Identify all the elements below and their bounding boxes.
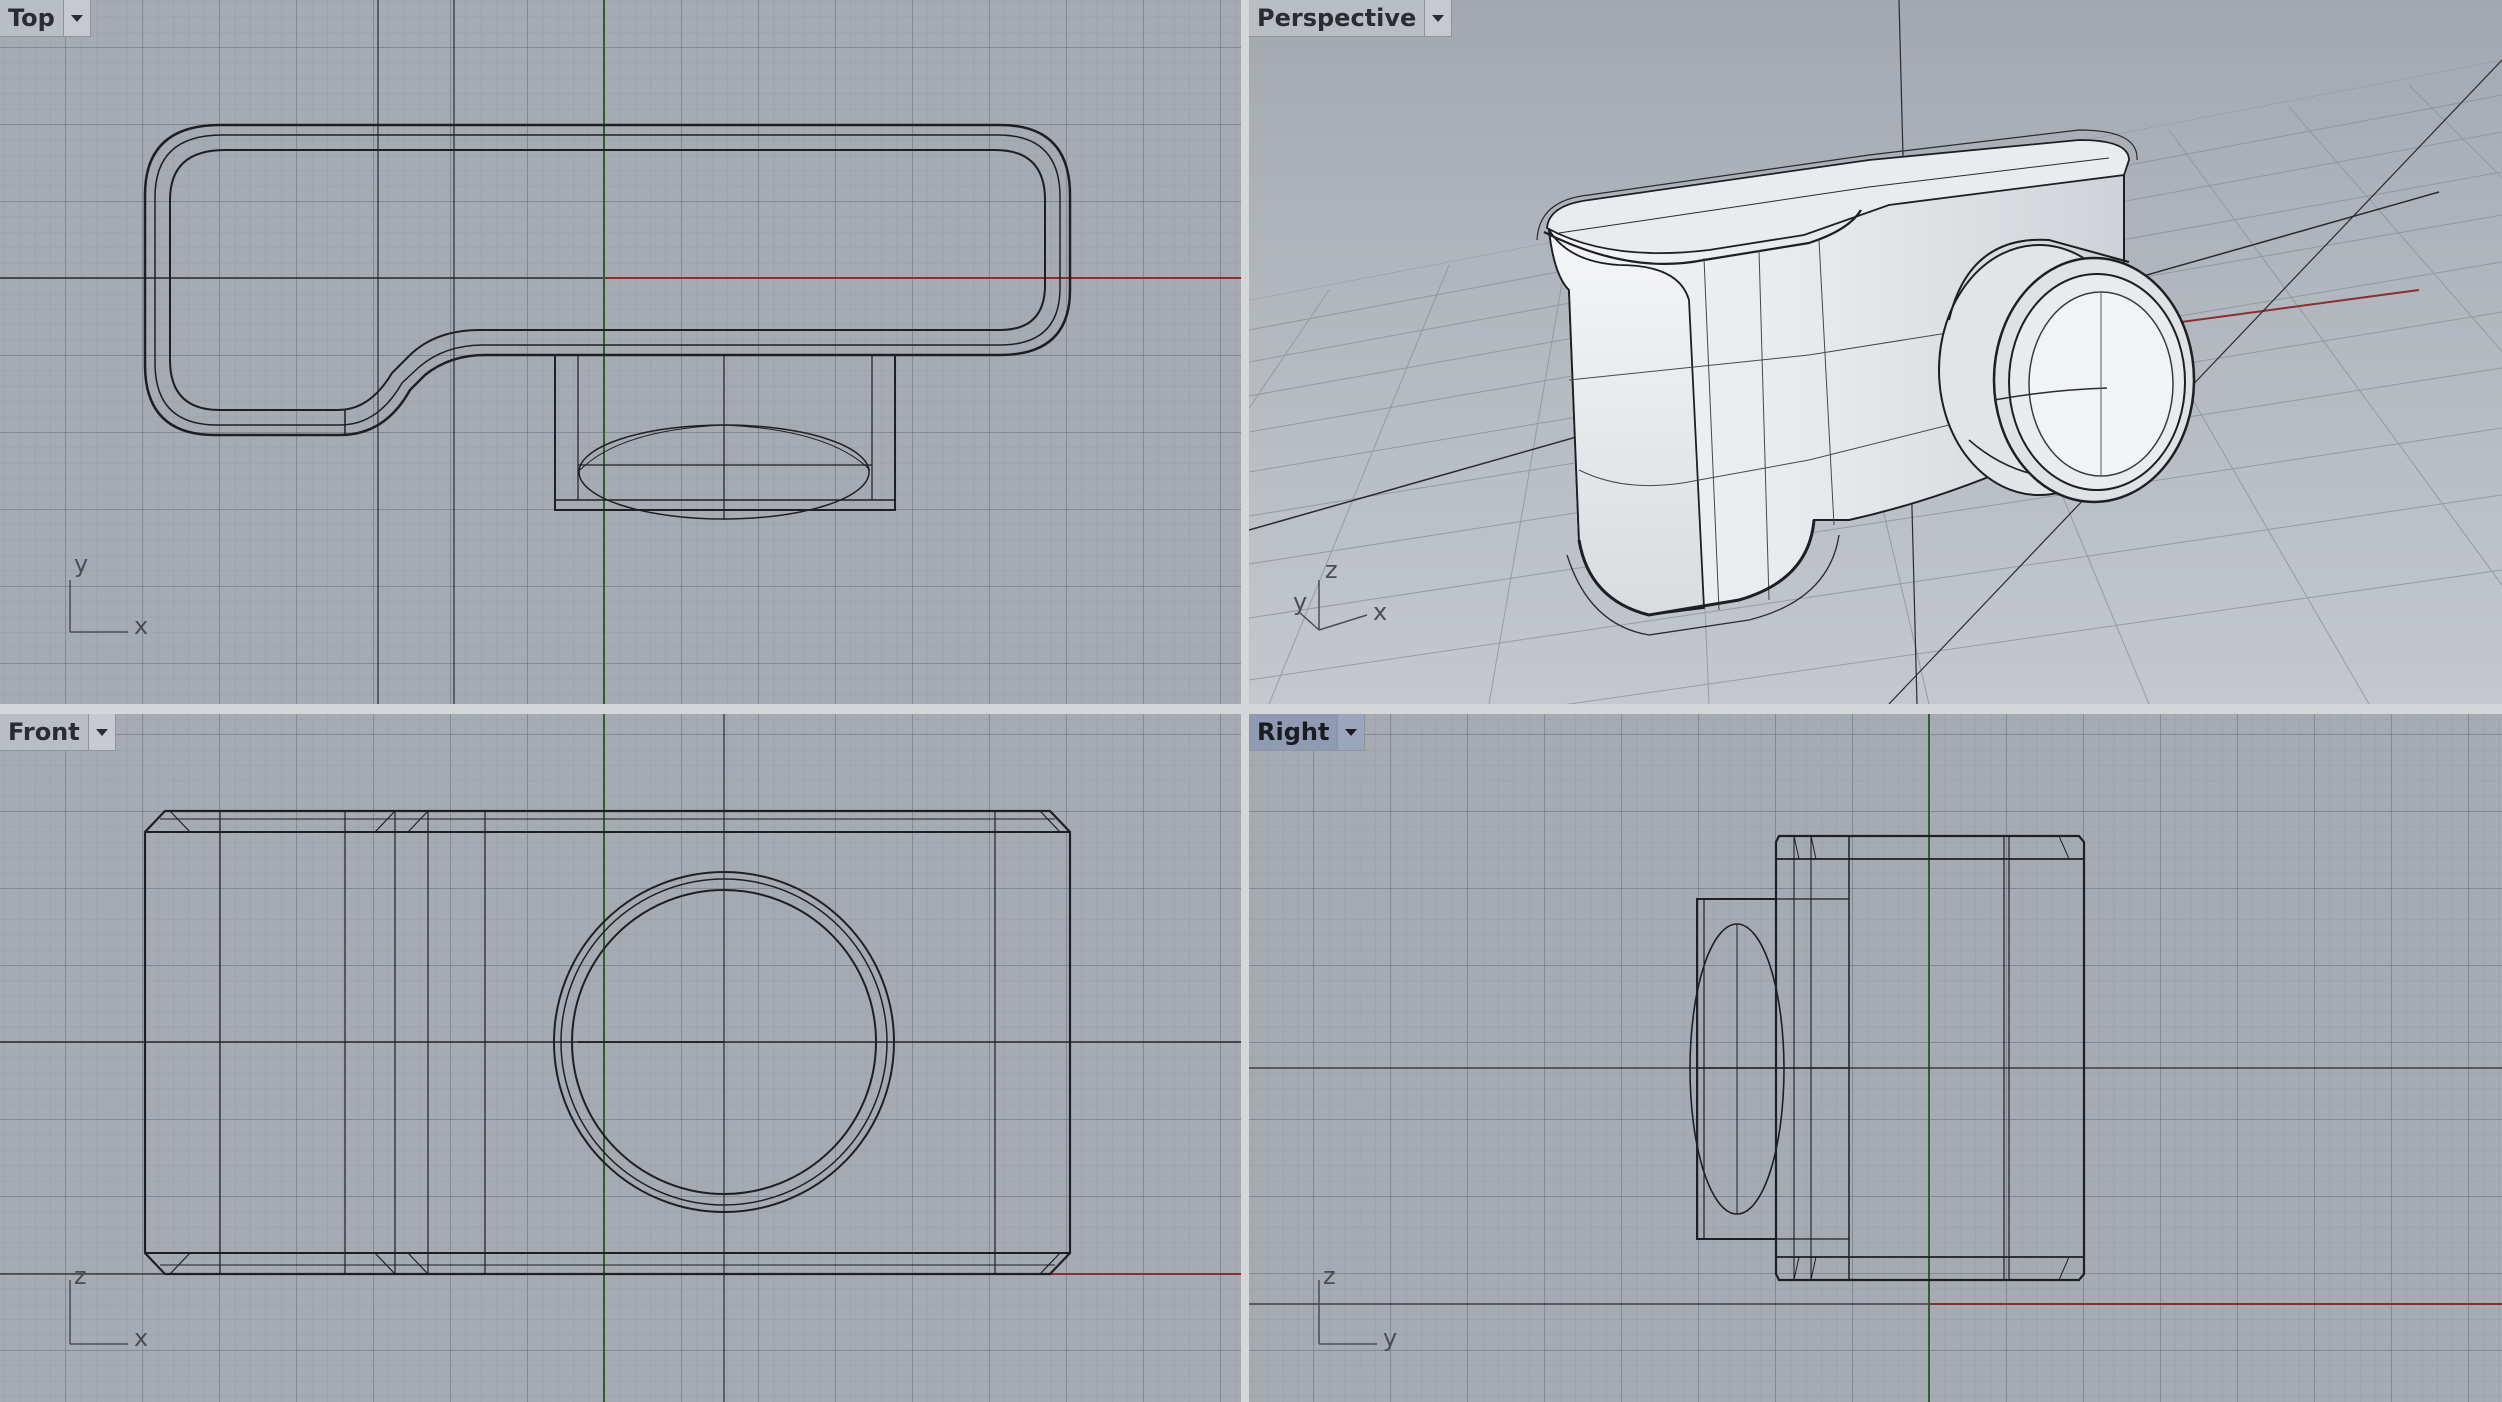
viewport-right[interactable]: z y Right: [1249, 714, 2502, 1402]
right-axis-v-label: z: [1323, 1262, 1336, 1290]
chevron-down-icon[interactable]: [1337, 714, 1365, 750]
viewport-title-front: Front: [8, 718, 80, 746]
viewport-perspective[interactable]: z x y Perspective: [1249, 0, 2502, 704]
viewport-top[interactable]: y x Top: [0, 0, 1241, 704]
right-axis-h-label: y: [1383, 1324, 1397, 1352]
viewport-title-perspective: Perspective: [1257, 4, 1417, 32]
front-axis-v-label: z: [74, 1262, 87, 1290]
top-axis-v-label: y: [74, 550, 88, 578]
front-view-drawing: z x: [0, 714, 1241, 1402]
front-axis-h-label: x: [134, 1324, 148, 1352]
viewport-title-right: Right: [1257, 718, 1330, 746]
viewport-front[interactable]: z x Front: [0, 714, 1241, 1402]
viewport-title-top: Top: [8, 4, 55, 32]
chevron-down-icon[interactable]: [87, 714, 115, 750]
top-axis-h-label: x: [134, 612, 148, 640]
perspective-view-drawing: z x y: [1249, 0, 2502, 704]
tab-right[interactable]: Right: [1249, 714, 1366, 751]
persp-axis-y-label: y: [1293, 588, 1307, 616]
top-view-drawing: y x: [0, 0, 1241, 704]
right-view-drawing: z y: [1249, 714, 2502, 1402]
chevron-down-icon[interactable]: [1424, 0, 1452, 36]
persp-axis-x-label: x: [1373, 598, 1387, 626]
tab-perspective[interactable]: Perspective: [1249, 0, 1453, 37]
chevron-down-icon[interactable]: [62, 0, 90, 36]
tab-top[interactable]: Top: [0, 0, 91, 37]
persp-axis-z-label: z: [1325, 556, 1338, 584]
tab-front[interactable]: Front: [0, 714, 116, 751]
